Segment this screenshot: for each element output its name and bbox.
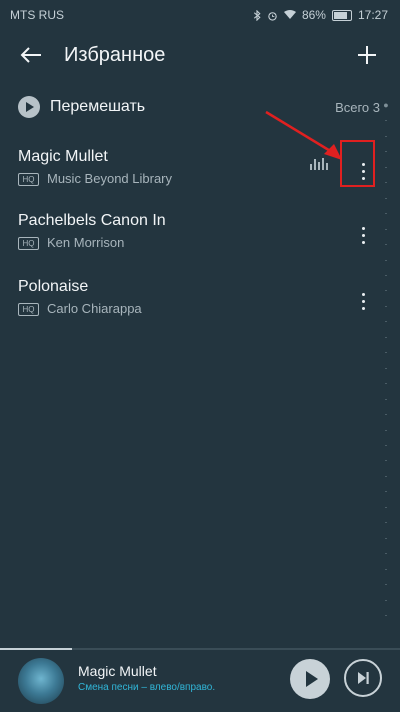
battery-percent: 86% — [301, 8, 326, 22]
shuffle-play-icon — [18, 96, 40, 118]
song-item[interactable]: Polonaise HQ Carlo Chiarappa — [0, 278, 380, 338]
play-button[interactable] — [290, 659, 330, 699]
song-artist: Ken Morrison — [47, 235, 125, 250]
swipe-hint: Смена песни – влево/вправо. — [78, 682, 216, 693]
hq-badge-icon: HQ — [18, 237, 39, 250]
song-title: Polonaise — [18, 278, 89, 295]
hq-badge-icon: HQ — [18, 173, 39, 186]
wifi-icon — [283, 10, 296, 19]
alphabet-index-scrollbar[interactable]: ● · · · · · · · · · · · · · · · · · · · · · · · · · · · · · · · · · — [378, 100, 394, 620]
mini-player[interactable]: Magic Mullet Смена песни – влево/вправо. — [0, 648, 400, 712]
annotation-arrow-icon — [265, 110, 342, 160]
more-options-button[interactable] — [350, 284, 376, 318]
song-item[interactable]: Pachelbels Canon In HQ Ken Morrison — [0, 212, 380, 272]
hq-badge-icon: HQ — [18, 303, 39, 316]
arrow-left-icon — [20, 47, 41, 63]
next-track-button[interactable] — [344, 659, 382, 697]
clock: 17:27 — [357, 8, 388, 22]
song-title: Magic Mullet — [18, 148, 108, 165]
battery-icon — [331, 9, 352, 21]
annotation-highlight-box — [340, 140, 375, 187]
song-title: Pachelbels Canon In — [18, 212, 166, 229]
more-options-button[interactable] — [350, 218, 376, 252]
song-artist: Music Beyond Library — [47, 171, 172, 186]
shuffle-label: Перемешать — [50, 98, 146, 115]
back-button[interactable] — [16, 40, 46, 70]
song-artist: Carlo Chiarappa — [47, 301, 142, 316]
status-bar: MTS RUS 86% 17:27 — [0, 0, 400, 30]
bluetooth-icon — [253, 9, 261, 21]
alarm-icon — [268, 11, 277, 21]
page-title: Избранное — [64, 44, 166, 66]
app-bar: Избранное — [0, 30, 400, 80]
carrier-label: MTS RUS — [10, 8, 64, 22]
album-cover[interactable] — [18, 658, 64, 704]
skip-next-icon — [358, 672, 369, 684]
now-playing-title: Magic Mullet — [78, 663, 157, 679]
plus-icon — [358, 46, 376, 64]
playback-progress — [0, 648, 400, 650]
add-button[interactable] — [352, 40, 382, 70]
status-icons: 86% 17:27 — [253, 8, 388, 22]
